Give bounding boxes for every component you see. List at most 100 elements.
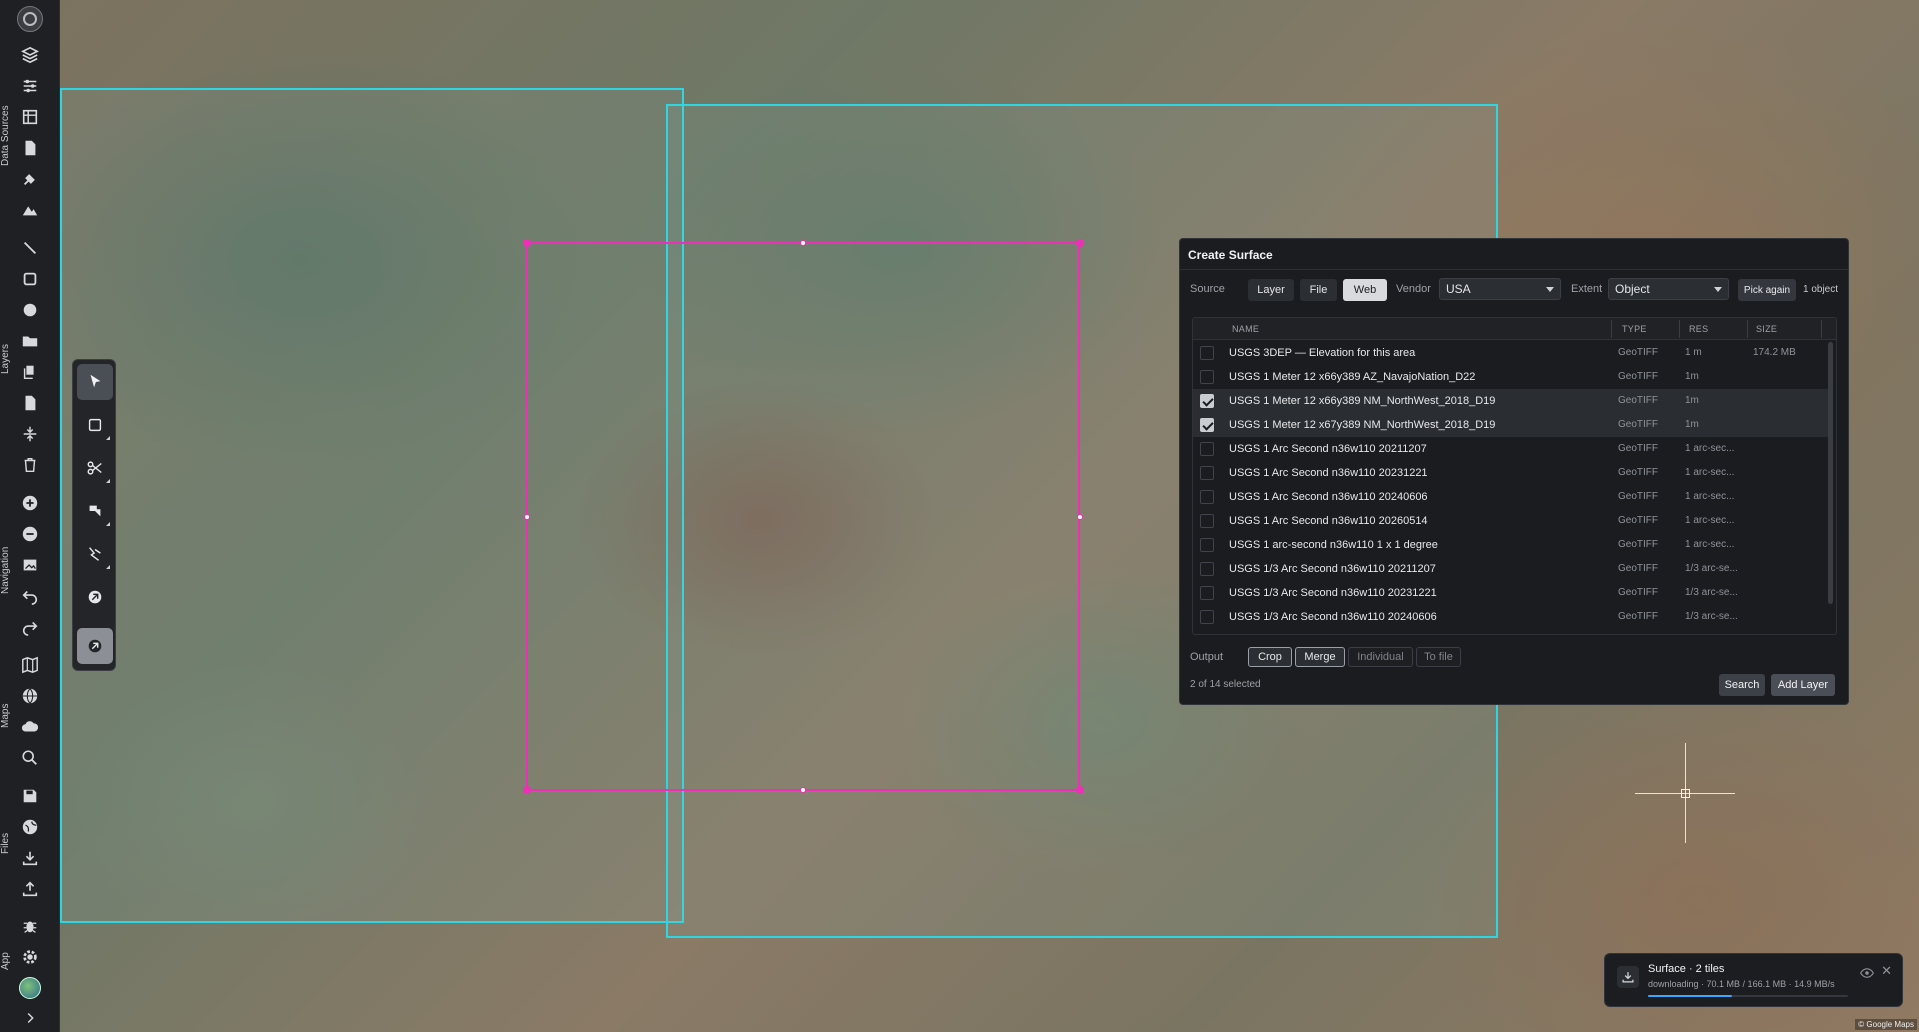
row-checkbox[interactable] [1200, 586, 1214, 600]
source-label: Source [1190, 283, 1225, 295]
table-row[interactable]: USGS 1 Arc Second n36w110 20211207 GeoTIF… [1193, 437, 1828, 461]
column-header-res[interactable]: RES [1689, 318, 1708, 340]
extent-select[interactable]: Object [1608, 278, 1729, 300]
zoom-in-icon[interactable] [18, 491, 42, 515]
bug-icon[interactable] [18, 914, 42, 938]
rectangle-icon[interactable] [77, 407, 113, 443]
add-layer-button[interactable]: Add Layer [1771, 674, 1835, 696]
search-button[interactable]: Search [1719, 674, 1765, 696]
column-header-size[interactable]: SIZE [1756, 318, 1777, 340]
mountain-icon[interactable] [18, 198, 42, 222]
source-web-button[interactable]: Web [1343, 279, 1387, 301]
table-icon[interactable] [18, 105, 42, 129]
table-row[interactable]: USGS 1 Arc Second n36w110 20240606 GeoTIF… [1193, 485, 1828, 509]
row-checkbox[interactable] [1200, 442, 1214, 456]
column-header-name[interactable]: NAME [1232, 318, 1259, 340]
pick-again-button[interactable]: Pick again [1738, 279, 1796, 301]
selection-handle-s[interactable] [800, 787, 806, 793]
surface-tool-icon[interactable] [77, 628, 113, 664]
save-icon[interactable] [18, 784, 42, 808]
vendor-select[interactable]: USA [1439, 278, 1561, 300]
redo-icon[interactable] [18, 615, 42, 639]
image-icon[interactable] [18, 553, 42, 577]
row-checkbox[interactable] [1200, 418, 1214, 432]
selection-handle-nw[interactable] [523, 239, 531, 247]
satellite-icon[interactable] [18, 167, 42, 191]
zoom-out-icon[interactable] [18, 522, 42, 546]
table-scrollbar[interactable] [1828, 342, 1833, 604]
line-icon[interactable] [18, 236, 42, 260]
selection-handle-e[interactable] [1077, 514, 1083, 520]
table-row[interactable]: USGS 1 Arc Second n36w110 20231221 GeoTIF… [1193, 461, 1828, 485]
row-checkbox[interactable] [1200, 610, 1214, 624]
row-checkbox[interactable] [1200, 490, 1214, 504]
row-checkbox[interactable] [1200, 346, 1214, 360]
selection-handle-se[interactable] [1076, 786, 1084, 794]
layers-stack-icon[interactable] [18, 43, 42, 67]
file-icon[interactable] [18, 391, 42, 415]
sliders-icon[interactable] [18, 74, 42, 98]
row-checkbox[interactable] [1200, 538, 1214, 552]
row-name: USGS 1/3 Arc Second n36w110 20240606 [1229, 611, 1437, 623]
table-row[interactable]: USGS 1/3 Arc Second n36w110 20240606 GeoT… [1193, 605, 1828, 629]
eye-icon[interactable] [1860, 966, 1874, 980]
table-row[interactable]: USGS 3DEP — Elevation for this area GeoTI… [1193, 341, 1828, 365]
circle-icon[interactable] [18, 298, 42, 322]
web-icon[interactable] [18, 815, 42, 839]
cloud-icon[interactable] [18, 715, 42, 739]
map-crosshair-center [1681, 789, 1690, 798]
row-checkbox[interactable] [1200, 514, 1214, 528]
trash-icon[interactable] [18, 453, 42, 477]
folder-icon[interactable] [18, 329, 42, 353]
gear-icon[interactable] [18, 945, 42, 969]
close-icon[interactable]: ✕ [1881, 963, 1892, 979]
pointer-icon[interactable] [77, 364, 113, 400]
table-row[interactable]: USGS 1 Meter 12 x67y389 NM_NorthWest_201… [1193, 413, 1828, 437]
document-icon[interactable] [18, 136, 42, 160]
extent-selection-box[interactable] [526, 242, 1080, 791]
table-row[interactable]: USGS 1 Arc Second n36w110 20260514 GeoTIF… [1193, 509, 1828, 533]
output-crop-button[interactable]: Crop [1248, 647, 1292, 667]
selection-handle-n[interactable] [800, 240, 806, 246]
avatar[interactable] [19, 977, 41, 999]
table-row[interactable]: USGS 1 Meter 12 x66y389 NM_NorthWest_201… [1193, 389, 1828, 413]
selection-handle-sw[interactable] [523, 786, 531, 794]
row-checkbox[interactable] [1200, 394, 1214, 408]
app-logo[interactable] [17, 6, 43, 32]
row-checkbox[interactable] [1200, 466, 1214, 480]
globe-icon[interactable] [18, 684, 42, 708]
output-individual-button[interactable]: Individual [1348, 647, 1413, 667]
selection-handle-w[interactable] [524, 514, 530, 520]
selection-handle-ne[interactable] [1076, 239, 1084, 247]
split-icon[interactable] [18, 422, 42, 446]
output-to-file-button[interactable]: To file [1416, 647, 1461, 667]
table-row[interactable]: USGS 1/3 Arc Second n36w110 20211207 GeoT… [1193, 557, 1828, 581]
copy-icon[interactable] [18, 360, 42, 384]
output-merge-button[interactable]: Merge [1295, 647, 1345, 667]
toast-title: Surface · 2 tiles [1648, 963, 1725, 975]
row-checkbox[interactable] [1200, 562, 1214, 576]
row-res: 1 arc-sec... [1685, 491, 1735, 502]
table-row[interactable]: USGS 1 Meter 12 x66y389 AZ_NavajoNation_… [1193, 365, 1828, 389]
row-name: USGS 1/3 Arc Second n36w110 20211207 [1229, 563, 1436, 575]
undo-icon[interactable] [18, 584, 42, 608]
scissors-icon[interactable] [77, 450, 113, 486]
row-name: USGS 1 Arc Second n36w110 20260514 [1229, 515, 1428, 527]
row-checkbox[interactable] [1200, 370, 1214, 384]
source-layer-button[interactable]: Layer [1248, 279, 1294, 301]
upload-icon[interactable] [18, 877, 42, 901]
table-row[interactable]: USGS 1/3 Arc Second n36w110 20231221 GeoT… [1193, 581, 1828, 605]
tool-palette [72, 359, 116, 671]
download-icon[interactable] [18, 846, 42, 870]
chevron-right-icon[interactable] [18, 1006, 42, 1030]
rotate-icon[interactable] [77, 493, 113, 529]
column-header-type[interactable]: TYPE [1622, 318, 1647, 340]
extent-value: Object [1615, 282, 1650, 296]
magnet-icon[interactable] [77, 536, 113, 572]
table-row[interactable]: USGS 1 arc-second n36w110 1 x 1 degree Ge… [1193, 533, 1828, 557]
square-icon[interactable] [18, 267, 42, 291]
source-file-button[interactable]: File [1300, 279, 1337, 301]
drone-icon[interactable] [77, 579, 113, 615]
search-icon[interactable] [18, 746, 42, 770]
map-icon[interactable] [18, 653, 42, 677]
